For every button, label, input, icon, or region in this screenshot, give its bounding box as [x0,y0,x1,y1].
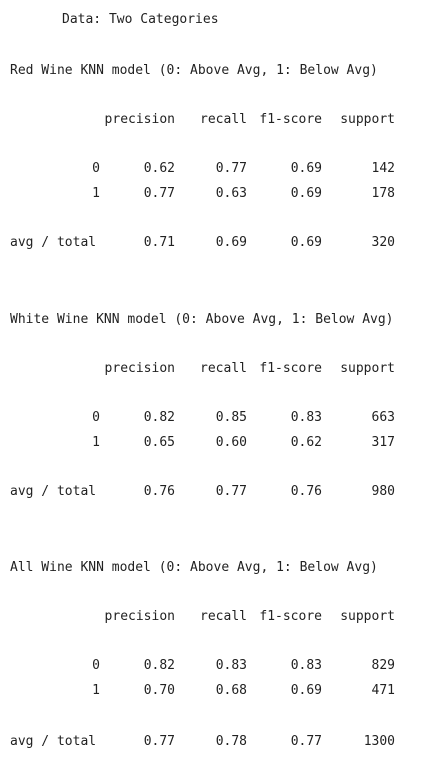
precision-value: 0.65 [143,435,175,450]
support-value: 142 [371,161,395,176]
f1-score-value: 0.83 [290,410,322,425]
support-value: 317 [371,435,395,450]
f1-score-value: 0.69 [290,161,322,176]
support-value: 829 [371,658,395,673]
total-label: avg / total [10,734,97,749]
header-precision: precision [104,609,175,624]
row-label: 1 [92,435,100,450]
precision-value: 0.82 [143,410,175,425]
precision-value: 0.71 [143,235,175,250]
support-value: 320 [371,235,395,250]
recall-value: 0.77 [215,161,247,176]
f1-score-value: 0.76 [290,484,322,499]
data-title: Data: Two Categories [62,12,219,27]
report-title: White Wine KNN model (0: Above Avg, 1: B… [10,312,394,327]
row-label: 0 [92,410,100,425]
classification-report-output: Data: Two Categories Red Wine KNN model … [0,0,432,768]
support-value: 1300 [363,734,395,749]
recall-value: 0.60 [215,435,247,450]
recall-value: 0.68 [215,683,247,698]
header-f1-score: f1-score [259,609,322,624]
recall-value: 0.78 [215,734,247,749]
row-label: 0 [92,161,100,176]
support-value: 471 [371,683,395,698]
precision-value: 0.62 [143,161,175,176]
recall-value: 0.85 [215,410,247,425]
f1-score-value: 0.69 [290,186,322,201]
recall-value: 0.69 [215,235,247,250]
header-precision: precision [104,361,175,376]
f1-score-value: 0.62 [290,435,322,450]
header-recall: recall [200,361,247,376]
recall-value: 0.83 [215,658,247,673]
precision-value: 0.77 [143,186,175,201]
header-recall: recall [200,609,247,624]
total-label: avg / total [10,484,97,499]
f1-score-value: 0.69 [290,235,322,250]
row-label: 1 [92,683,100,698]
f1-score-value: 0.69 [290,683,322,698]
recall-value: 0.63 [215,186,247,201]
header-f1-score: f1-score [259,112,322,127]
recall-value: 0.77 [215,484,247,499]
f1-score-value: 0.83 [290,658,322,673]
report-title: Red Wine KNN model (0: Above Avg, 1: Bel… [10,63,378,78]
precision-value: 0.76 [143,484,175,499]
precision-value: 0.77 [143,734,175,749]
row-label: 0 [92,658,100,673]
header-support: support [340,112,395,127]
f1-score-value: 0.77 [290,734,322,749]
header-support: support [340,361,395,376]
report-title: All Wine KNN model (0: Above Avg, 1: Bel… [10,560,378,575]
row-label: 1 [92,186,100,201]
header-recall: recall [200,112,247,127]
header-support: support [340,609,395,624]
header-f1-score: f1-score [259,361,322,376]
precision-value: 0.82 [143,658,175,673]
header-precision: precision [104,112,175,127]
support-value: 980 [371,484,395,499]
total-label: avg / total [10,235,97,250]
support-value: 178 [371,186,395,201]
support-value: 663 [371,410,395,425]
precision-value: 0.70 [143,683,175,698]
